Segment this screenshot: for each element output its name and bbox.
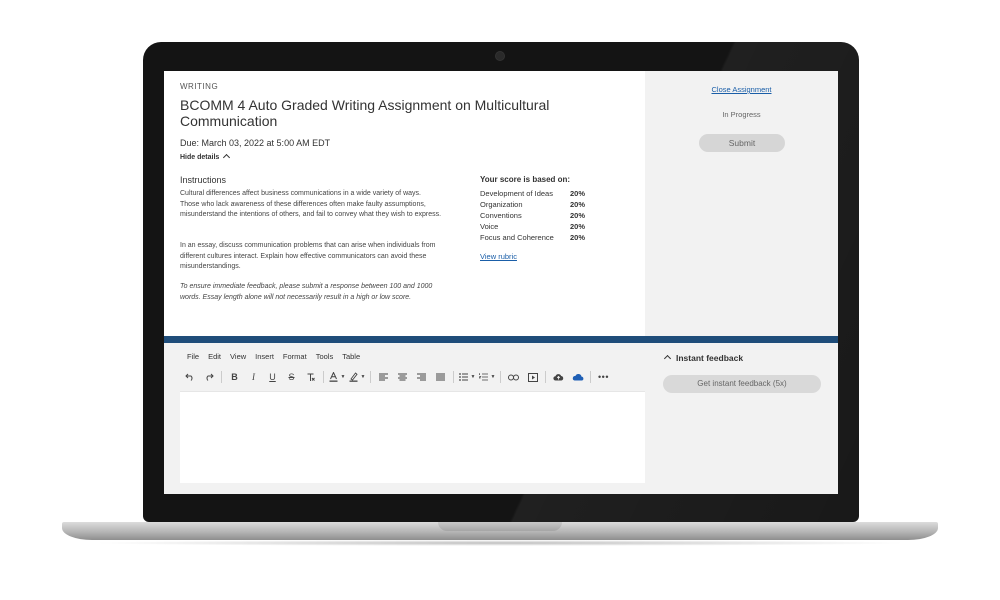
status-text: In Progress [722, 110, 761, 119]
laptop-notch [438, 522, 562, 531]
assignment-category: WRITING [180, 82, 219, 91]
editor-menubar: File Edit View Insert Format Tools Table [187, 352, 369, 361]
criterion-weight: 20% [570, 189, 586, 198]
toolbar-separator [500, 371, 501, 383]
editor-toolbar: B I U S ▼ ▼ ▼ ▼ ••• [180, 366, 645, 388]
score-criteria-table: Development of Ideas 20% Organization 20% … [480, 188, 585, 243]
view-rubric-link[interactable]: View rubric [480, 252, 517, 261]
score-row: Conventions 20% [480, 210, 585, 221]
toolbar-separator [370, 371, 371, 383]
more-icon[interactable]: ••• [594, 368, 613, 386]
criterion-weight: 20% [570, 222, 586, 231]
highlight-icon[interactable] [347, 368, 359, 386]
get-instant-feedback-button[interactable]: Get instant feedback (5x) [663, 375, 821, 393]
criterion-weight: 20% [570, 211, 586, 220]
hide-details-toggle[interactable]: Hide details [180, 153, 231, 162]
bold-icon[interactable]: B [225, 368, 244, 386]
align-left-icon[interactable] [374, 368, 393, 386]
menu-view[interactable]: View [230, 352, 246, 361]
laptop-shadow [90, 540, 910, 546]
essay-editor[interactable] [180, 391, 645, 483]
cloud-upload-icon[interactable] [549, 368, 568, 386]
hide-details-label: Hide details [180, 154, 220, 161]
bullet-list-icon[interactable] [457, 368, 469, 386]
criterion-name: Development of Ideas [480, 189, 553, 198]
instructions-paragraph-3: To ensure immediate feedback, please sub… [180, 283, 433, 301]
text-color-icon[interactable] [327, 368, 339, 386]
link-icon[interactable] [504, 368, 523, 386]
toolbar-separator [323, 371, 324, 383]
numbered-list-icon[interactable] [477, 368, 489, 386]
score-row: Voice 20% [480, 221, 585, 232]
score-row: Organization 20% [480, 199, 585, 210]
toolbar-separator [221, 371, 222, 383]
criterion-name: Conventions [480, 211, 522, 220]
criterion-name: Voice [480, 222, 499, 231]
section-divider-bar [164, 336, 838, 343]
underline-icon[interactable]: U [263, 368, 282, 386]
italic-icon[interactable]: I [244, 368, 263, 386]
criterion-name: Organization [480, 200, 523, 209]
criterion-weight: 20% [570, 200, 586, 209]
instructions-paragraph-2: In an essay, discuss communication probl… [180, 242, 436, 270]
justify-icon[interactable] [431, 368, 450, 386]
chevron-down-icon[interactable]: ▼ [469, 368, 477, 386]
submit-button[interactable]: Submit [699, 134, 785, 152]
criterion-name: Focus and Coherence [480, 233, 554, 242]
page-title: BCOMM 4 Auto Graded Writing Assignment o… [180, 97, 550, 129]
menu-file[interactable]: File [187, 352, 199, 361]
criterion-weight: 20% [570, 233, 586, 242]
webcam [496, 52, 504, 60]
menu-format[interactable]: Format [283, 352, 307, 361]
clear-format-icon[interactable] [301, 368, 320, 386]
score-heading: Your score is based on: [480, 175, 571, 184]
strikethrough-icon[interactable]: S [282, 368, 301, 386]
chevron-down-icon[interactable]: ▼ [489, 368, 497, 386]
close-assignment-link[interactable]: Close Assignment [645, 85, 838, 94]
score-row: Focus and Coherence 20% [480, 232, 585, 243]
chevron-down-icon[interactable]: ▼ [339, 368, 347, 386]
due-date: Due: March 03, 2022 at 5:00 AM EDT [180, 138, 331, 148]
instructions-heading: Instructions [180, 175, 227, 185]
chevron-up-icon [663, 354, 672, 363]
media-icon[interactable] [523, 368, 542, 386]
menu-edit[interactable]: Edit [208, 352, 221, 361]
redo-icon[interactable] [199, 368, 218, 386]
instant-feedback-toggle[interactable]: Instant feedback [663, 353, 744, 363]
menu-table[interactable]: Table [342, 352, 360, 361]
onedrive-icon[interactable] [568, 368, 587, 386]
menu-insert[interactable]: Insert [255, 352, 274, 361]
instructions-paragraph-1: Cultural differences affect business com… [180, 190, 442, 218]
undo-icon[interactable] [180, 368, 199, 386]
screen: WRITING BCOMM 4 Auto Graded Writing Assi… [164, 71, 838, 494]
toolbar-separator [590, 371, 591, 383]
align-right-icon[interactable] [412, 368, 431, 386]
toolbar-separator [453, 371, 454, 383]
instant-feedback-heading: Instant feedback [676, 353, 744, 363]
menu-tools[interactable]: Tools [316, 352, 334, 361]
chevron-up-icon [223, 153, 231, 162]
chevron-down-icon[interactable]: ▼ [359, 368, 367, 386]
align-center-icon[interactable] [393, 368, 412, 386]
toolbar-separator [545, 371, 546, 383]
score-row: Development of Ideas 20% [480, 188, 585, 199]
